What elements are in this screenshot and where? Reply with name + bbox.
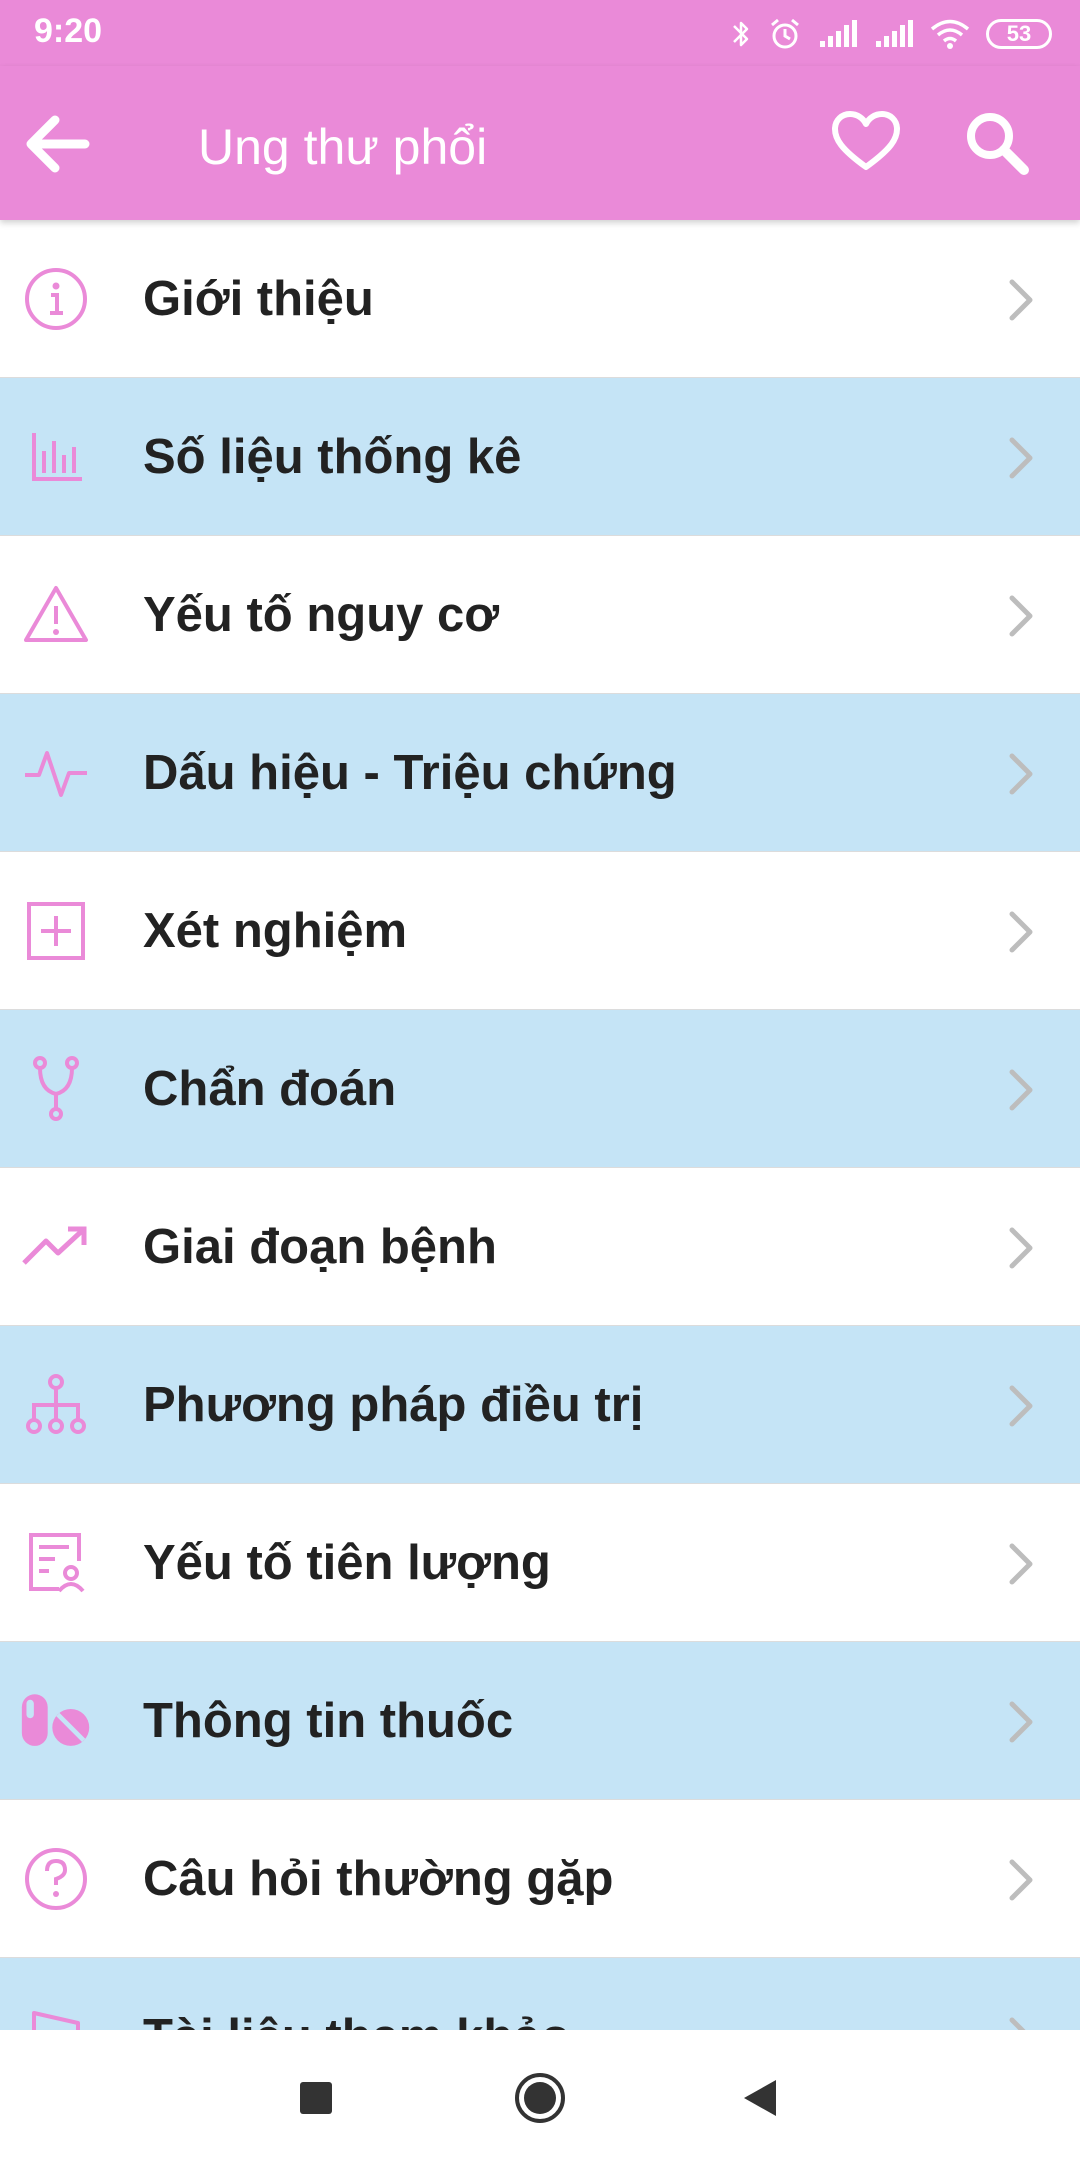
question-icon: [20, 1847, 92, 1911]
menu-item-phuong-phap-dieu-tri[interactable]: Phương pháp điều trị: [0, 1326, 1080, 1484]
signal-icon: [874, 19, 914, 49]
chevron-right-icon: [1009, 437, 1033, 479]
menu-item-thong-tin-thuoc[interactable]: Thông tin thuốc: [0, 1642, 1080, 1800]
bookmark-icon: [20, 2005, 92, 2030]
circle-icon: [515, 2073, 565, 2123]
bar-chart-icon: [20, 425, 92, 489]
branch-icon: [20, 1056, 92, 1121]
menu-item-label: Phương pháp điều trị: [143, 1377, 644, 1432]
menu-list: Giới thiệu Số liệu thống kê Yếu tố nguy …: [0, 220, 1080, 2030]
arrow-left-icon: [26, 115, 90, 173]
chevron-right-icon: [1009, 1227, 1033, 1269]
alarm-icon: [768, 17, 802, 51]
search-button[interactable]: [956, 102, 1036, 182]
menu-item-label: Chẩn đoán: [143, 1061, 397, 1116]
status-bar: 9:20 53: [0, 0, 1080, 66]
heart-icon: [832, 111, 900, 170]
battery-icon: 53: [986, 19, 1052, 49]
menu-item-label: Xét nghiệm: [143, 903, 408, 958]
back-nav-button[interactable]: [727, 2065, 793, 2131]
menu-item-label: Yếu tố nguy cơ: [143, 587, 500, 642]
user-report-icon: [20, 1531, 92, 1595]
menu-item-label: Giới thiệu: [143, 271, 374, 326]
menu-item-giai-doan-benh[interactable]: Giai đoạn bệnh: [0, 1168, 1080, 1326]
pulse-icon: [20, 741, 92, 805]
chevron-right-icon: [1009, 911, 1033, 953]
menu-item-xet-nghiem[interactable]: Xét nghiệm: [0, 852, 1080, 1010]
chevron-right-icon: [1009, 595, 1033, 637]
status-time: 9:20: [34, 12, 103, 50]
chevron-right-icon: [1009, 1385, 1033, 1427]
menu-item-yeu-to-tien-luong[interactable]: Yếu tố tiên lượng: [0, 1484, 1080, 1642]
chevron-right-icon: [1009, 1701, 1033, 1743]
menu-item-label: Thông tin thuốc: [143, 1693, 514, 1748]
plus-square-icon: [20, 899, 92, 963]
favorite-button[interactable]: [826, 102, 906, 182]
menu-item-label: Giai đoạn bệnh: [143, 1219, 497, 1274]
trending-up-icon: [20, 1215, 92, 1279]
home-button[interactable]: [507, 2065, 573, 2131]
chevron-right-icon: [1009, 753, 1033, 795]
menu-item-so-lieu-thong-ke[interactable]: Số liệu thống kê: [0, 378, 1080, 536]
wifi-icon: [930, 18, 970, 50]
chevron-right-icon: [1009, 1543, 1033, 1585]
menu-item-label: Số liệu thống kê: [143, 429, 522, 484]
signal-icon: [818, 19, 858, 49]
menu-item-label: Câu hỏi thường gặp: [143, 1851, 614, 1906]
chevron-right-icon: [1009, 1069, 1033, 1111]
chevron-right-icon: [1009, 2017, 1026, 2030]
system-nav-bar: [0, 2030, 1080, 2160]
warning-icon: [20, 583, 92, 647]
back-button[interactable]: [20, 106, 96, 182]
search-icon: [967, 113, 1029, 175]
page-title: Ung thư phổi: [198, 119, 488, 175]
menu-item-cau-hoi-thuong-gap[interactable]: Câu hỏi thường gặp: [0, 1800, 1080, 1958]
recents-button[interactable]: [283, 2065, 349, 2131]
triangle-back-icon: [744, 2080, 776, 2116]
chevron-right-icon: [1009, 1859, 1033, 1901]
bluetooth-icon: [730, 17, 752, 51]
menu-item-label: Dấu hiệu - Triệu chứng: [143, 745, 677, 800]
square-icon: [300, 2082, 332, 2114]
status-icons: 53: [730, 12, 1052, 56]
menu-item-label: Yếu tố tiên lượng: [143, 1535, 551, 1590]
pills-icon: [20, 1689, 92, 1753]
menu-item-label: Tài liệu tham khảo: [143, 2009, 570, 2031]
app-bar: Ung thư phổi: [0, 66, 1080, 220]
menu-item-gioi-thieu[interactable]: Giới thiệu: [0, 220, 1080, 378]
menu-item-yeu-to-nguy-co[interactable]: Yếu tố nguy cơ: [0, 536, 1080, 694]
menu-item-chan-doan[interactable]: Chẩn đoán: [0, 1010, 1080, 1168]
chevron-right-icon: [1009, 279, 1033, 321]
menu-item-tai-lieu-tham-khao[interactable]: Tài liệu tham khảo: [0, 1958, 1080, 2030]
info-icon: [20, 267, 92, 331]
hierarchy-icon: [20, 1373, 92, 1437]
menu-item-dau-hieu-trieu-chung[interactable]: Dấu hiệu - Triệu chứng: [0, 694, 1080, 852]
